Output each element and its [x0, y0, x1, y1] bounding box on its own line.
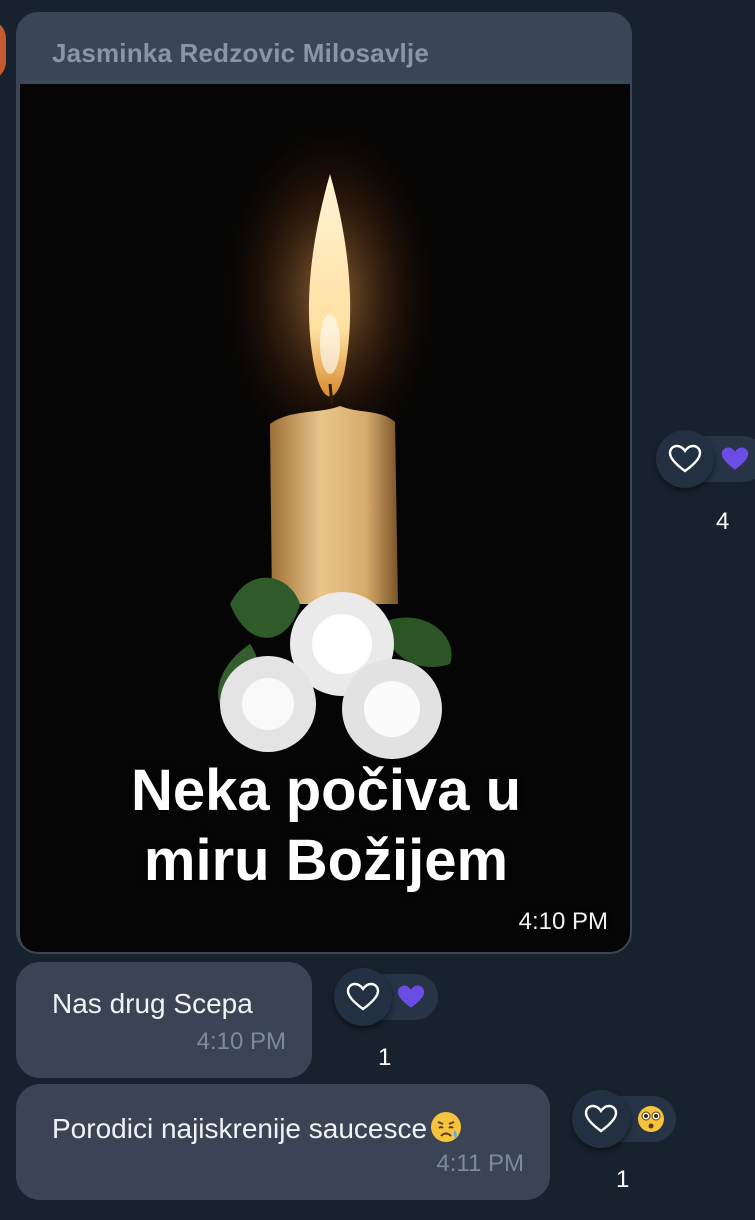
image-message-bubble[interactable]: Jasminka Redzovic Milosavlje Neka počiva… [16, 12, 632, 954]
reaction-bar[interactable] [572, 1090, 676, 1148]
purple-heart-icon[interactable] [720, 444, 750, 474]
reaction-bar[interactable] [334, 968, 438, 1026]
sad-relieved-face-icon [429, 1110, 463, 1151]
add-reaction-button[interactable] [656, 430, 714, 488]
heart-outline-icon [668, 444, 702, 473]
reaction-bar-image[interactable] [656, 430, 755, 488]
message-text: Porodici najiskrenije saucesce [52, 1110, 463, 1151]
message-time: 4:11 PM [436, 1150, 524, 1177]
heart-outline-icon [346, 982, 380, 1011]
message-time: 4:10 PM [518, 908, 608, 935]
heart-outline-icon [584, 1104, 618, 1133]
add-reaction-button[interactable] [334, 968, 392, 1026]
candle-photo[interactable]: Neka počiva u miru Božijem 4:10 PM [20, 84, 630, 952]
caption-line-1: Neka počiva u [130, 758, 522, 823]
message-bubble[interactable]: Nas drug Scepa 4:10 PM [16, 962, 312, 1078]
reaction-count: 1 [616, 1166, 630, 1193]
reaction-count: 4 [716, 508, 730, 535]
reaction-count: 1 [378, 1044, 392, 1071]
sender-name[interactable]: Jasminka Redzovic Milosavlje [52, 38, 429, 69]
photo-caption: Neka počiva u miru Božijem [20, 756, 630, 896]
purple-heart-icon[interactable] [396, 982, 426, 1012]
message-time: 4:10 PM [196, 1028, 286, 1055]
flushed-face-icon[interactable] [636, 1104, 666, 1134]
caption-line-2: miru Božijem [143, 828, 509, 893]
message-text: Nas drug Scepa [52, 988, 253, 1019]
add-reaction-button[interactable] [572, 1090, 630, 1148]
sender-avatar[interactable] [0, 20, 6, 80]
message-bubble[interactable]: Porodici najiskrenije saucesce 4:11 PM [16, 1084, 550, 1200]
